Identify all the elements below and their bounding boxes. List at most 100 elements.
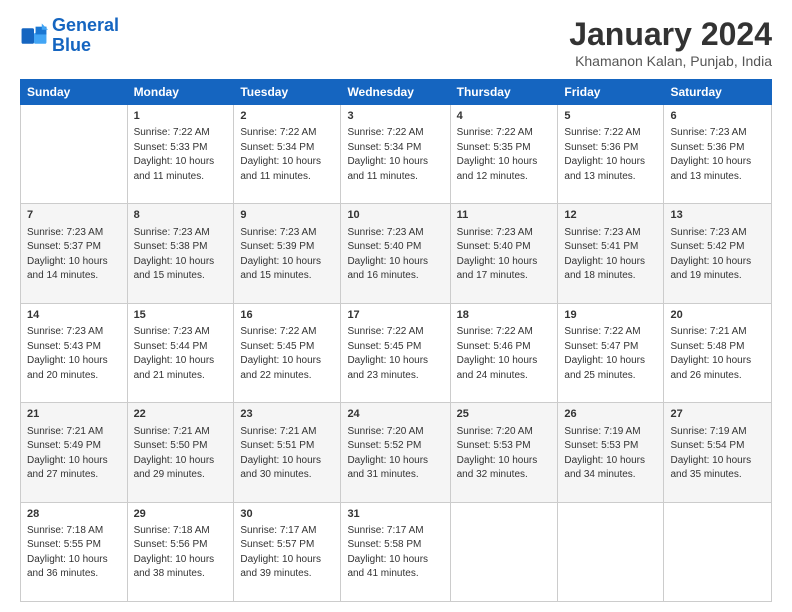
day-cell: 24Sunrise: 7:20 AM Sunset: 5:52 PM Dayli… [341, 403, 450, 502]
day-number: 15 [134, 308, 228, 323]
day-info: Sunrise: 7:22 AM Sunset: 5:34 PM Dayligh… [347, 126, 443, 184]
col-header-monday: Monday [127, 80, 234, 105]
page: General Blue January 2024 Khamanon Kalan… [0, 0, 792, 612]
day-number: 10 [347, 208, 443, 223]
day-info: Sunrise: 7:22 AM Sunset: 5:36 PM Dayligh… [564, 126, 657, 184]
day-number: 3 [347, 109, 443, 124]
week-row-4: 21 Sunrise: 7:21 AM Sunset: 5:49 PM Dayli… [21, 403, 772, 502]
week-row-5: 28Sunrise: 7:18 AM Sunset: 5:55 PM Dayli… [21, 502, 772, 601]
day-info: Sunrise: 7:23 AM Sunset: 5:41 PM Dayligh… [564, 226, 657, 284]
day-number: 8 [134, 208, 228, 223]
day-info: Sunrise: 7:22 AM Sunset: 5:35 PM Dayligh… [457, 126, 552, 184]
day-info: Sunrise: 7:22 AM Sunset: 5:45 PM Dayligh… [240, 325, 334, 383]
day-cell: 10 Sunrise: 7:23 AM Sunset: 5:40 PM Dayli… [341, 204, 450, 303]
day-info: Sunrise: 7:19 AM Sunset: 5:53 PM Dayligh… [564, 425, 657, 483]
day-cell: 27 Sunrise: 7:19 AM Sunset: 5:54 PM Dayli… [664, 403, 772, 502]
day-cell: 14 Sunrise: 7:23 AM Sunset: 5:43 PM Dayli… [21, 303, 128, 402]
day-cell: 18Sunrise: 7:22 AM Sunset: 5:46 PM Dayli… [450, 303, 558, 402]
day-number: 6 [670, 109, 765, 124]
day-info: Sunrise: 7:21 AM Sunset: 5:48 PM Dayligh… [670, 325, 765, 383]
day-cell: 30Sunrise: 7:17 AM Sunset: 5:57 PM Dayli… [234, 502, 341, 601]
day-number: 12 [564, 208, 657, 223]
day-cell: 31 Sunrise: 7:17 AM Sunset: 5:58 PM Dayli… [341, 502, 450, 601]
day-info: Sunrise: 7:23 AM Sunset: 5:42 PM Dayligh… [670, 226, 765, 284]
col-header-wednesday: Wednesday [341, 80, 450, 105]
day-info: Sunrise: 7:23 AM Sunset: 5:43 PM Dayligh… [27, 325, 121, 383]
day-cell: 1 Sunrise: 7:22 AM Sunset: 5:33 PM Daylig… [127, 105, 234, 204]
day-cell: 12 Sunrise: 7:23 AM Sunset: 5:41 PM Dayli… [558, 204, 664, 303]
day-number: 23 [240, 407, 334, 422]
day-info: Sunrise: 7:23 AM Sunset: 5:39 PM Dayligh… [240, 226, 334, 284]
day-cell: 22Sunrise: 7:21 AM Sunset: 5:50 PM Dayli… [127, 403, 234, 502]
day-number: 1 [134, 109, 228, 124]
day-cell: 17Sunrise: 7:22 AM Sunset: 5:45 PM Dayli… [341, 303, 450, 402]
day-cell: 19 Sunrise: 7:22 AM Sunset: 5:47 PM Dayli… [558, 303, 664, 402]
day-cell: 2Sunrise: 7:22 AM Sunset: 5:34 PM Daylig… [234, 105, 341, 204]
day-cell: 5 Sunrise: 7:22 AM Sunset: 5:36 PM Daylig… [558, 105, 664, 204]
day-info: Sunrise: 7:20 AM Sunset: 5:52 PM Dayligh… [347, 425, 443, 483]
day-cell: 29 Sunrise: 7:18 AM Sunset: 5:56 PM Dayli… [127, 502, 234, 601]
day-number: 4 [457, 109, 552, 124]
day-number: 11 [457, 208, 552, 223]
day-cell: 7 Sunrise: 7:23 AM Sunset: 5:37 PM Daylig… [21, 204, 128, 303]
day-info: Sunrise: 7:19 AM Sunset: 5:54 PM Dayligh… [670, 425, 765, 483]
subtitle: Khamanon Kalan, Punjab, India [569, 53, 772, 69]
day-info: Sunrise: 7:23 AM Sunset: 5:40 PM Dayligh… [347, 226, 443, 284]
day-cell: 15 Sunrise: 7:23 AM Sunset: 5:44 PM Dayli… [127, 303, 234, 402]
day-number: 22 [134, 407, 228, 422]
col-header-saturday: Saturday [664, 80, 772, 105]
logo-line1: General [52, 15, 119, 35]
calendar-header-row: SundayMondayTuesdayWednesdayThursdayFrid… [21, 80, 772, 105]
logo-text: General Blue [52, 16, 119, 56]
day-number: 14 [27, 308, 121, 323]
day-cell: 16Sunrise: 7:22 AM Sunset: 5:45 PM Dayli… [234, 303, 341, 402]
day-info: Sunrise: 7:21 AM Sunset: 5:49 PM Dayligh… [27, 425, 121, 483]
day-info: Sunrise: 7:23 AM Sunset: 5:44 PM Dayligh… [134, 325, 228, 383]
col-header-thursday: Thursday [450, 80, 558, 105]
week-row-2: 7 Sunrise: 7:23 AM Sunset: 5:37 PM Daylig… [21, 204, 772, 303]
day-info: Sunrise: 7:22 AM Sunset: 5:34 PM Dayligh… [240, 126, 334, 184]
day-number: 31 [347, 507, 443, 522]
day-number: 5 [564, 109, 657, 124]
day-number: 27 [670, 407, 765, 422]
col-header-friday: Friday [558, 80, 664, 105]
day-number: 18 [457, 308, 552, 323]
calendar-body: 1 Sunrise: 7:22 AM Sunset: 5:33 PM Daylig… [21, 105, 772, 602]
day-cell [558, 502, 664, 601]
day-cell: 6Sunrise: 7:23 AM Sunset: 5:36 PM Daylig… [664, 105, 772, 204]
day-info: Sunrise: 7:18 AM Sunset: 5:56 PM Dayligh… [134, 524, 228, 582]
header: General Blue January 2024 Khamanon Kalan… [20, 16, 772, 69]
day-number: 19 [564, 308, 657, 323]
day-cell: 13 Sunrise: 7:23 AM Sunset: 5:42 PM Dayli… [664, 204, 772, 303]
day-cell [21, 105, 128, 204]
title-block: January 2024 Khamanon Kalan, Punjab, Ind… [569, 16, 772, 69]
day-number: 13 [670, 208, 765, 223]
day-info: Sunrise: 7:21 AM Sunset: 5:51 PM Dayligh… [240, 425, 334, 483]
day-cell: 21 Sunrise: 7:21 AM Sunset: 5:49 PM Dayli… [21, 403, 128, 502]
day-number: 29 [134, 507, 228, 522]
day-number: 30 [240, 507, 334, 522]
month-title: January 2024 [569, 16, 772, 53]
day-number: 7 [27, 208, 121, 223]
day-number: 26 [564, 407, 657, 422]
day-cell [450, 502, 558, 601]
day-cell: 28Sunrise: 7:18 AM Sunset: 5:55 PM Dayli… [21, 502, 128, 601]
day-cell: 20Sunrise: 7:21 AM Sunset: 5:48 PM Dayli… [664, 303, 772, 402]
day-cell: 26 Sunrise: 7:19 AM Sunset: 5:53 PM Dayli… [558, 403, 664, 502]
week-row-3: 14 Sunrise: 7:23 AM Sunset: 5:43 PM Dayli… [21, 303, 772, 402]
day-number: 21 [27, 407, 121, 422]
day-info: Sunrise: 7:23 AM Sunset: 5:37 PM Dayligh… [27, 226, 121, 284]
day-cell: 3 Sunrise: 7:22 AM Sunset: 5:34 PM Daylig… [341, 105, 450, 204]
day-cell [664, 502, 772, 601]
day-info: Sunrise: 7:18 AM Sunset: 5:55 PM Dayligh… [27, 524, 121, 582]
logo-line2: Blue [52, 35, 91, 55]
day-number: 9 [240, 208, 334, 223]
day-cell: 4 Sunrise: 7:22 AM Sunset: 5:35 PM Daylig… [450, 105, 558, 204]
day-info: Sunrise: 7:17 AM Sunset: 5:58 PM Dayligh… [347, 524, 443, 582]
day-info: Sunrise: 7:22 AM Sunset: 5:33 PM Dayligh… [134, 126, 228, 184]
day-info: Sunrise: 7:22 AM Sunset: 5:47 PM Dayligh… [564, 325, 657, 383]
day-cell: 23 Sunrise: 7:21 AM Sunset: 5:51 PM Dayli… [234, 403, 341, 502]
day-info: Sunrise: 7:22 AM Sunset: 5:45 PM Dayligh… [347, 325, 443, 383]
week-row-1: 1 Sunrise: 7:22 AM Sunset: 5:33 PM Daylig… [21, 105, 772, 204]
calendar-table: SundayMondayTuesdayWednesdayThursdayFrid… [20, 79, 772, 602]
